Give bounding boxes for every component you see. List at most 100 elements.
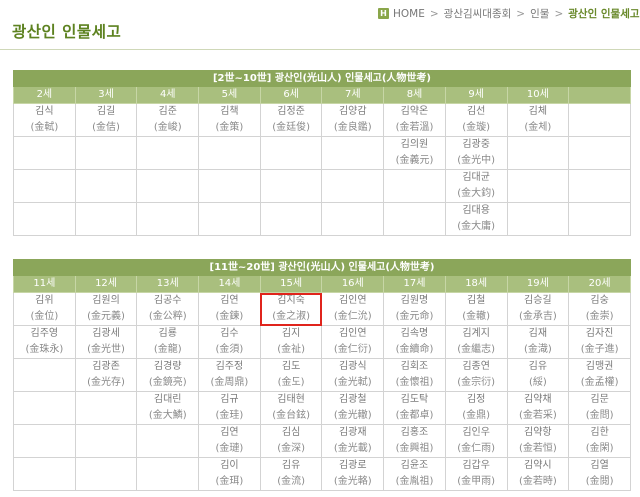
person-name[interactable]: 김갑우 — [446, 459, 506, 475]
person-cell[interactable]: 김광중 (金光中) — [444, 136, 508, 170]
person-cell[interactable]: 김재 (金渽) — [506, 325, 570, 359]
person-cell[interactable]: 김태현 (金台鉉) — [259, 391, 323, 425]
person-name[interactable]: 김주영 — [14, 327, 74, 343]
person-name[interactable]: 김도탁 — [385, 393, 445, 409]
person-cell[interactable]: 김광철 (金光轍) — [321, 391, 385, 425]
person-name[interactable]: 김약항 — [508, 426, 568, 442]
person-cell[interactable]: 김한 (金閑) — [568, 424, 631, 458]
person-cell[interactable]: 김약채 (金若采) — [506, 391, 570, 425]
person-name[interactable]: 김의원 — [385, 138, 445, 154]
person-name[interactable]: 김수 — [200, 327, 260, 343]
person-name[interactable]: 김열 — [570, 459, 630, 475]
person-cell[interactable]: 김연 (金璉) — [198, 424, 261, 458]
person-cell[interactable]: 김룡 (金龍) — [136, 325, 200, 359]
person-name[interactable]: 김길 — [76, 105, 136, 121]
person-name[interactable]: 김속명 — [385, 327, 445, 343]
person-name[interactable]: 김공수 — [138, 294, 198, 310]
person-name[interactable]: 김승길 — [508, 294, 568, 310]
person-cell[interactable]: 김윤조 (金胤祖) — [383, 457, 446, 491]
person-name[interactable]: 김도 — [261, 360, 321, 376]
person-name[interactable]: 김룡 — [138, 327, 198, 343]
person-cell[interactable]: 김숭 (金崇) — [568, 292, 631, 326]
person-cell[interactable]: 김공수 (金公粹) — [136, 292, 200, 326]
person-cell[interactable]: 김광식 (金光軾) — [321, 358, 385, 392]
person-name[interactable]: 김한 — [570, 426, 630, 442]
person-name[interactable]: 김태현 — [261, 393, 321, 409]
home-icon[interactable]: H — [378, 8, 389, 19]
person-cell[interactable]: 김심 (金深) — [259, 424, 323, 458]
person-cell[interactable]: 김맹권 (金孟權) — [568, 358, 631, 392]
breadcrumb-level2-link[interactable]: 인물 — [530, 6, 549, 21]
person-name[interactable]: 김유 — [261, 459, 321, 475]
person-name[interactable]: 김정 — [446, 393, 506, 409]
person-cell[interactable]: 김체 (金체) — [506, 103, 570, 137]
person-cell[interactable]: 김경량 (金鏡亮) — [136, 358, 200, 392]
person-cell[interactable]: 김속명 (金續命) — [383, 325, 446, 359]
person-name[interactable]: 김자진 — [570, 327, 630, 343]
person-cell[interactable]: 김대린 (金大鱗) — [136, 391, 200, 425]
person-name[interactable]: 김광존 — [76, 360, 136, 376]
person-cell[interactable]: 김자진 (金子進) — [568, 325, 631, 359]
person-cell[interactable]: 김정준 (金廷俊) — [259, 103, 323, 137]
person-name[interactable]: 김홍조 — [385, 426, 445, 442]
person-cell[interactable]: 김주영 (金珠永) — [13, 325, 76, 359]
person-name[interactable]: 김광식 — [323, 360, 383, 376]
person-cell[interactable]: 김약온 (金若溫) — [383, 103, 446, 137]
person-cell[interactable]: 김인연 (金仁沇) — [321, 292, 385, 326]
person-cell[interactable]: 김약항 (金若恒) — [506, 424, 570, 458]
person-name[interactable]: 김광철 — [323, 393, 383, 409]
person-cell[interactable]: 김회조 (金懷祖) — [383, 358, 446, 392]
person-name[interactable]: 김약온 — [385, 105, 445, 121]
person-cell[interactable]: 김정 (金鼎) — [444, 391, 508, 425]
person-name[interactable]: 김유 — [508, 360, 568, 376]
person-cell[interactable]: 김지숙 (金之淑) — [259, 292, 323, 326]
person-cell[interactable]: 김인우 (金仁雨) — [444, 424, 508, 458]
person-name[interactable]: 김원명 — [385, 294, 445, 310]
person-name[interactable]: 김종연 — [446, 360, 506, 376]
person-cell[interactable]: 김광세 (金光世) — [74, 325, 138, 359]
person-cell[interactable]: 김대균 (金大鈞) — [444, 169, 508, 203]
person-cell[interactable]: 김원의 (金元義) — [74, 292, 138, 326]
person-cell[interactable]: 김주정 (金周鼎) — [198, 358, 261, 392]
person-name[interactable]: 김연 — [200, 294, 260, 310]
person-name[interactable]: 김준 — [138, 105, 198, 121]
person-cell[interactable]: 김약시 (金若時) — [506, 457, 570, 491]
person-cell[interactable]: 김계지 (金繼志) — [444, 325, 508, 359]
person-name[interactable]: 김정준 — [261, 105, 321, 121]
person-cell[interactable]: 김원명 (金元命) — [383, 292, 446, 326]
person-cell[interactable]: 김책 (金策) — [198, 103, 261, 137]
person-name[interactable]: 김식 — [14, 105, 74, 121]
person-cell[interactable]: 김홍조 (金興祖) — [383, 424, 446, 458]
person-name[interactable]: 김윤조 — [385, 459, 445, 475]
person-cell[interactable]: 김대용 (金大庸) — [444, 202, 508, 236]
person-name[interactable]: 김심 — [261, 426, 321, 442]
person-cell[interactable]: 김유 (金流) — [259, 457, 323, 491]
person-cell[interactable]: 김지 (金祉) — [259, 325, 323, 359]
person-cell[interactable]: 김선 (金璇) — [444, 103, 508, 137]
person-name[interactable]: 김문 — [570, 393, 630, 409]
person-cell[interactable]: 김의원 (金義元) — [383, 136, 446, 170]
breadcrumb-home-link[interactable]: HOME — [393, 8, 425, 20]
person-name[interactable]: 김위 — [14, 294, 74, 310]
person-name[interactable]: 김책 — [200, 105, 260, 121]
person-cell[interactable]: 김철 (金轍) — [444, 292, 508, 326]
person-name[interactable]: 김대용 — [446, 204, 506, 220]
person-name[interactable]: 김규 — [200, 393, 260, 409]
person-name[interactable]: 김지숙 — [261, 294, 321, 310]
person-name[interactable]: 김광중 — [446, 138, 506, 154]
person-cell[interactable]: 김길 (金佶) — [74, 103, 138, 137]
person-name[interactable]: 김철 — [446, 294, 506, 310]
person-name[interactable]: 김대균 — [446, 171, 506, 187]
person-cell[interactable]: 김문 (金問) — [568, 391, 631, 425]
person-cell[interactable]: 김광존 (金光存) — [74, 358, 138, 392]
person-name[interactable]: 김체 — [508, 105, 568, 121]
person-name[interactable]: 김경량 — [138, 360, 198, 376]
person-name[interactable]: 김원의 — [76, 294, 136, 310]
person-name[interactable]: 김광세 — [76, 327, 136, 343]
person-name[interactable]: 김이 — [200, 459, 260, 475]
person-name[interactable]: 김계지 — [446, 327, 506, 343]
person-cell[interactable]: 김광로 (金光輅) — [321, 457, 385, 491]
person-name[interactable]: 김재 — [508, 327, 568, 343]
person-cell[interactable]: 김열 (金閱) — [568, 457, 631, 491]
person-name[interactable]: 김인연 — [323, 294, 383, 310]
